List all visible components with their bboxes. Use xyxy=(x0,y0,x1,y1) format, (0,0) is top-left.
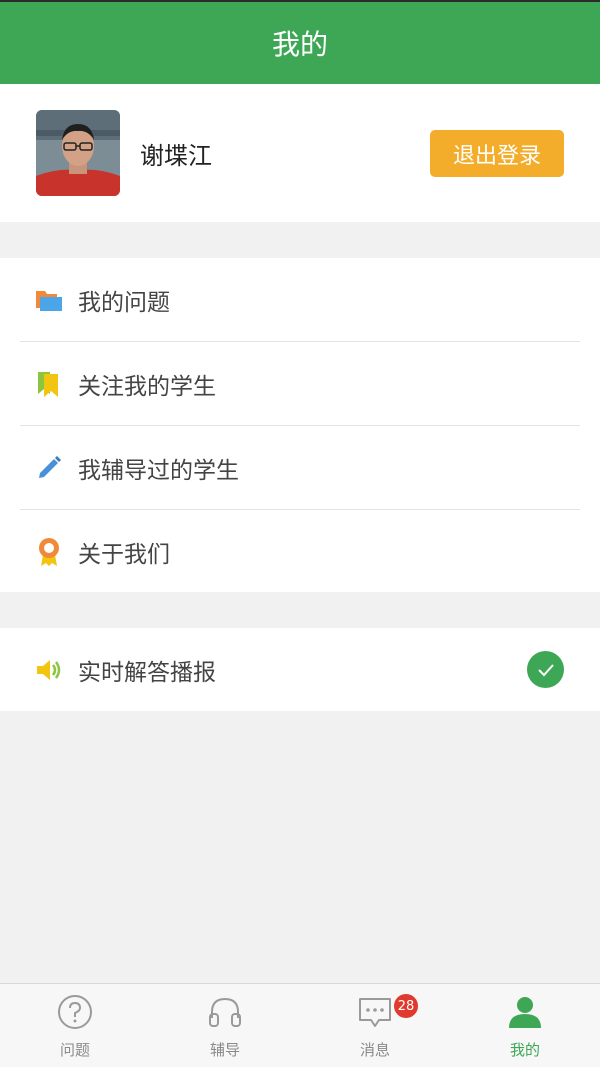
menu-list: 我的问题 关注我的学生 我辅导过的学生 关于我们 xyxy=(0,258,600,592)
broadcast-label: 实时解答播报 xyxy=(78,660,216,686)
headphones-icon xyxy=(207,994,243,1030)
menu-item-my-questions[interactable]: 我的问题 xyxy=(20,258,580,342)
speaker-icon xyxy=(34,655,64,685)
check-icon[interactable] xyxy=(527,651,564,688)
menu-item-label: 我的问题 xyxy=(78,289,170,316)
tab-label: 我的 xyxy=(509,1041,540,1059)
username: 谢堞江 xyxy=(140,142,212,170)
tab-tutoring[interactable]: 辅导 xyxy=(150,984,300,1067)
menu-item-followers[interactable]: 关注我的学生 xyxy=(20,342,580,426)
menu-item-about-us[interactable]: 关于我们 xyxy=(20,510,580,594)
broadcast-row: 实时解答播报 xyxy=(0,628,600,711)
menu-item-label: 关于我们 xyxy=(78,542,170,568)
unread-badge: 28 xyxy=(394,994,418,1018)
broadcast-toggle-row[interactable]: 实时解答播报 xyxy=(20,628,580,712)
profile-card: 谢堞江 退出登录 xyxy=(0,84,600,222)
folder-icon xyxy=(34,285,64,315)
page-title: 我的 xyxy=(271,28,328,61)
menu-item-tutored-students[interactable]: 我辅导过的学生 xyxy=(20,426,580,510)
tab-label: 消息 xyxy=(359,1041,390,1059)
bottom-tab-bar: 问题 辅导 28 消息 我的 xyxy=(0,983,600,1067)
question-icon xyxy=(57,994,93,1030)
tab-label: 辅导 xyxy=(209,1041,240,1059)
person-icon xyxy=(507,994,543,1030)
avatar[interactable] xyxy=(36,110,120,196)
tab-label: 问题 xyxy=(59,1041,90,1059)
tab-mine[interactable]: 我的 xyxy=(450,984,600,1067)
pencil-icon xyxy=(34,453,64,483)
app-header: 我的 xyxy=(0,0,600,84)
medal-icon xyxy=(34,537,64,567)
menu-item-label: 我辅导过的学生 xyxy=(78,457,239,484)
bookmark-icon xyxy=(34,369,64,399)
menu-item-label: 关注我的学生 xyxy=(78,373,216,400)
tab-questions[interactable]: 问题 xyxy=(0,984,150,1067)
tab-messages[interactable]: 28 消息 xyxy=(300,984,450,1067)
logout-button[interactable]: 退出登录 xyxy=(430,130,564,177)
chat-icon xyxy=(357,994,393,1030)
